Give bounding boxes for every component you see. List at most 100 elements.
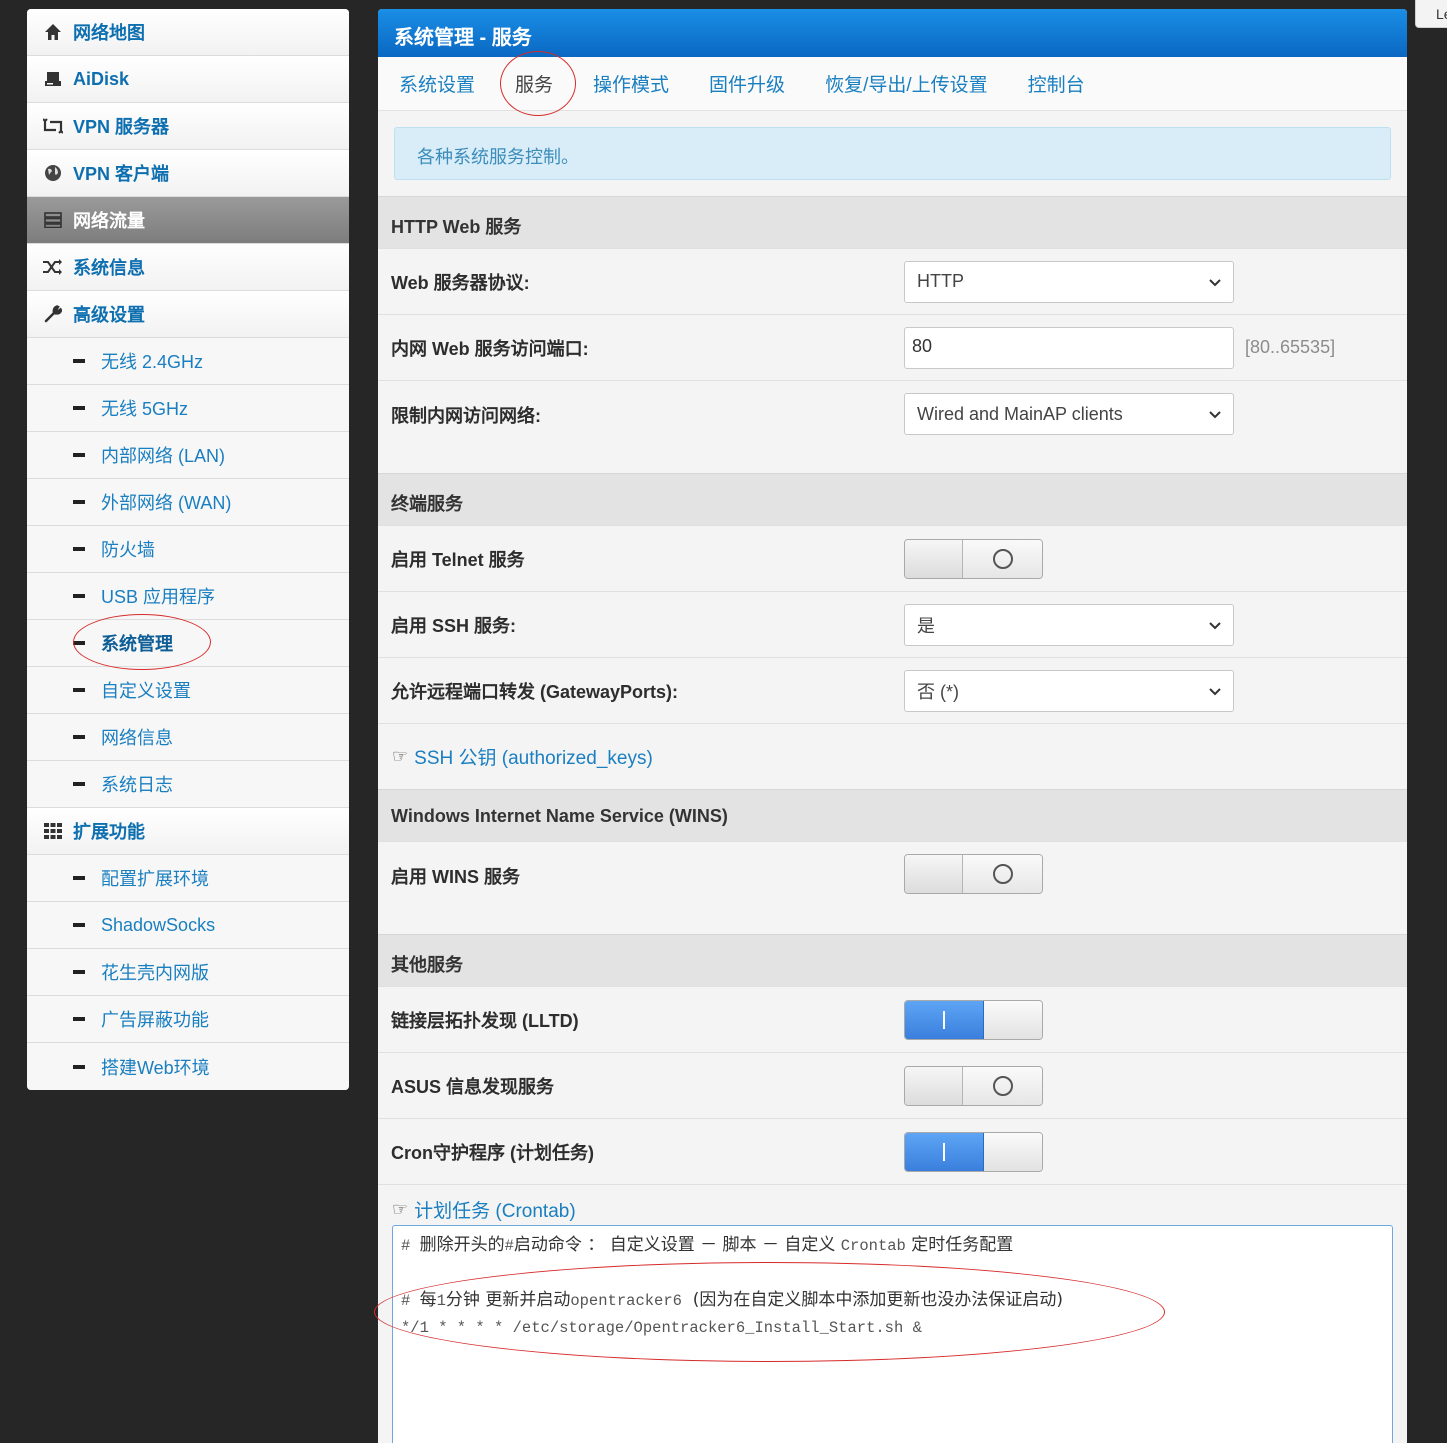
tab-system-settings[interactable]: 系统设置	[384, 58, 490, 110]
toggle-left	[905, 539, 963, 578]
sub-item-wireless-24[interactable]: 无线 2.4GHz	[27, 338, 349, 385]
nav-item-aidisk[interactable]: AiDisk	[27, 56, 349, 103]
web-port-label: 内网 Web 服务访问端口:	[391, 338, 589, 359]
web-protocol-label: Web 服务器协议:	[391, 272, 530, 293]
select-value: Wired and MainAP clients	[917, 403, 1123, 424]
sub-item-config-env[interactable]: 配置扩展环境	[27, 855, 349, 902]
tasks-icon	[43, 210, 63, 230]
toggle-right	[984, 1000, 1042, 1039]
section-other: 其他服务	[378, 934, 1407, 986]
web-port-input[interactable]: 80	[904, 326, 1234, 369]
row-gateway-ports: 允许远程端口转发 (GatewayPorts): 否 (*)	[378, 657, 1407, 723]
nav-label: 系统信息	[73, 258, 145, 278]
sub-item-adblock[interactable]: 广告屏蔽功能	[27, 996, 349, 1043]
dash-icon	[73, 923, 85, 927]
telnet-toggle[interactable]	[904, 538, 1043, 579]
row-web-port: 内网 Web 服务访问端口: 80 [80..65535]	[378, 314, 1407, 380]
sidebar: 网络地图 AiDisk VPN 服务器 VPN 客户端 网络流量 系统信息 高级…	[27, 9, 349, 1090]
sub-item-lan[interactable]: 内部网络 (LAN)	[27, 432, 349, 479]
ssh-select[interactable]: 是	[904, 603, 1234, 646]
dash-icon	[73, 547, 85, 551]
sub-label: 配置扩展环境	[101, 869, 209, 889]
sub-item-firewall[interactable]: 防火墙	[27, 526, 349, 573]
hand-right-icon: ☞	[392, 1199, 409, 1219]
wins-label: 启用 WINS 服务	[391, 867, 520, 887]
select-value: 是	[917, 615, 935, 636]
toggle-off-icon	[992, 864, 1013, 884]
th-icon	[43, 821, 63, 841]
tab-firmware-upgrade[interactable]: 固件升级	[694, 58, 800, 110]
sub-item-oray[interactable]: 花生壳内网版	[27, 949, 349, 996]
nav-item-extensions[interactable]: 扩展功能	[27, 808, 349, 855]
nav-label: 高级设置	[73, 305, 145, 325]
dash-icon	[73, 782, 85, 786]
sub-item-system-log[interactable]: 系统日志	[27, 761, 349, 808]
ssh-label: 启用 SSH 服务:	[391, 615, 517, 636]
row-lltd: 链接层拓扑发现 (LLTD)	[378, 986, 1407, 1052]
ssh-keys-link[interactable]: ☞ SSH 公钥 (authorized_keys)	[378, 723, 1407, 789]
dash-icon	[73, 406, 85, 410]
ssh-keys-link-text: SSH 公钥 (authorized_keys)	[414, 748, 653, 769]
sub-label: 外部网络 (WAN)	[101, 493, 232, 513]
crontab-textarea[interactable]: # 删除开头的#启动命令 ： 自定义设置 － 脚本 － 自定义 Crontab …	[392, 1225, 1393, 1443]
random-icon	[43, 257, 63, 277]
home-icon	[43, 22, 63, 42]
tab-restore-settings[interactable]: 恢复/导出/上传设置	[810, 58, 1003, 110]
web-protocol-select[interactable]: HTTP	[904, 260, 1234, 303]
info-banner: 各种系统服务控制。	[394, 127, 1391, 180]
sub-label: 自定义设置	[101, 681, 191, 701]
sub-label: ShadowSocks	[101, 914, 216, 935]
asus-discovery-toggle[interactable]	[904, 1065, 1043, 1106]
chevron-down-icon	[1209, 278, 1221, 286]
chevron-down-icon	[1209, 411, 1221, 419]
nav-item-vpn-server[interactable]: VPN 服务器	[27, 103, 349, 150]
restrict-access-select[interactable]: Wired and MainAP clients	[904, 393, 1234, 435]
dash-icon	[73, 594, 85, 598]
sub-item-wan[interactable]: 外部网络 (WAN)	[27, 479, 349, 526]
sub-item-customization[interactable]: 自定义设置	[27, 667, 349, 714]
cron-toggle[interactable]	[904, 1131, 1043, 1172]
retweet-icon	[43, 116, 63, 136]
row-wins: 启用 WINS 服务	[378, 841, 1407, 934]
lltd-toggle[interactable]	[904, 999, 1043, 1040]
hand-right-icon: ☞	[392, 746, 409, 766]
lltd-label: 链接层拓扑发现 (LLTD)	[391, 1010, 579, 1031]
wrench-icon	[43, 304, 63, 324]
wins-toggle[interactable]	[904, 854, 1043, 894]
sub-label: 搭建Web环境	[101, 1057, 210, 1078]
restrict-access-label: 限制内网访问网络:	[391, 406, 541, 426]
sub-item-network-info[interactable]: 网络信息	[27, 714, 349, 761]
corner-widget[interactable]: Le	[1415, 0, 1447, 28]
sub-item-wireless-5[interactable]: 无线 5GHz	[27, 385, 349, 432]
toggle-on-icon	[943, 1142, 945, 1161]
sub-item-usb-apps[interactable]: USB 应用程序	[27, 573, 349, 620]
sub-item-shadowsocks[interactable]: ShadowSocks	[27, 902, 349, 949]
corner-text: Le	[1436, 6, 1447, 22]
sub-label: 网络信息	[101, 728, 173, 748]
nav-item-traffic[interactable]: 网络流量	[27, 197, 349, 244]
sub-label: 系统日志	[101, 775, 173, 795]
tab-console[interactable]: 控制台	[1013, 58, 1100, 110]
nav-item-network-map[interactable]: 网络地图	[27, 9, 349, 56]
dash-icon	[73, 876, 85, 880]
sub-item-web-env[interactable]: 搭建Web环境	[27, 1043, 349, 1090]
nav-label: AiDisk	[73, 68, 130, 89]
toggle-left	[905, 855, 963, 893]
sub-label: USB 应用程序	[101, 587, 216, 607]
nav-item-vpn-client[interactable]: VPN 客户端	[27, 150, 349, 197]
tab-operation-mode[interactable]: 操作模式	[578, 58, 684, 110]
gateway-ports-select[interactable]: 否 (*)	[904, 669, 1234, 712]
nav-label: 网络地图	[73, 23, 145, 43]
nav-label: 网络流量	[73, 211, 145, 231]
section-wins: Windows Internet Name Service (WINS)	[378, 789, 1407, 841]
nav-item-system-info[interactable]: 系统信息	[27, 244, 349, 291]
nav-item-advanced[interactable]: 高级设置	[27, 291, 349, 338]
nav-label: 扩展功能	[73, 822, 145, 842]
tab-services[interactable]: 服务	[500, 58, 568, 110]
toggle-right	[984, 1132, 1042, 1171]
globe-icon	[43, 163, 63, 183]
sub-label: 花生壳内网版	[101, 963, 209, 983]
select-value: HTTP	[917, 271, 964, 291]
sub-item-administration[interactable]: 系统管理	[27, 620, 349, 667]
dash-icon	[73, 359, 85, 363]
